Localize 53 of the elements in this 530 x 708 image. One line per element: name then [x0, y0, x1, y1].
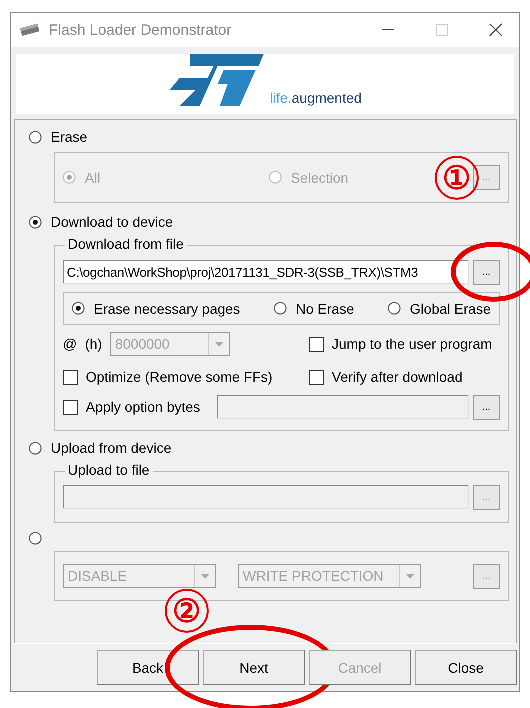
radio-button[interactable]	[29, 130, 42, 144]
checkbox[interactable]	[63, 370, 78, 384]
browse-button[interactable]: ...	[473, 564, 500, 588]
option-bytes-field[interactable]	[217, 395, 469, 419]
file-path-field[interactable]	[63, 485, 469, 509]
file-path-field[interactable]: C:\ogchan\WorkShop\proj\20171131_SDR-3(SSB_TRX)\STM3	[63, 260, 469, 284]
address-prefix: @	[63, 336, 78, 352]
logo-tagline: life.	[270, 90, 292, 106]
choice-label: Selection	[291, 170, 349, 186]
option-label: Download to device	[51, 214, 174, 230]
checkbox[interactable]	[309, 336, 324, 352]
dialog-button[interactable]: Close	[415, 650, 517, 685]
caret-icon	[406, 574, 414, 578]
browse-button[interactable]: ...	[473, 260, 500, 284]
annotation-number: ②	[165, 589, 209, 633]
radio-button[interactable]	[274, 302, 287, 315]
checkbox-label: Apply option bytes	[86, 399, 200, 415]
radio-button[interactable]	[29, 532, 42, 544]
radio-button[interactable]	[72, 302, 85, 315]
checkbox[interactable]	[63, 400, 78, 414]
group-title: Upload to file	[65, 462, 153, 478]
browse-button[interactable]: ...	[473, 484, 500, 510]
chip-icon	[19, 23, 41, 37]
checkbox-label: Verify after download	[332, 369, 463, 385]
address-unit: (h)	[85, 336, 102, 352]
option-label: Upload from device	[51, 440, 172, 456]
caret-icon	[214, 342, 224, 346]
mode-dropdown[interactable]: DISABLE	[63, 564, 216, 588]
choice-label: No Erase	[296, 300, 354, 316]
checkbox[interactable]	[309, 370, 324, 384]
radio-button[interactable]	[388, 302, 402, 315]
radio-button[interactable]	[29, 216, 42, 228]
browse-button[interactable]: ...	[473, 394, 500, 420]
option-label: Erase	[51, 129, 88, 145]
protection-dropdown[interactable]: WRITE PROTECTION	[238, 564, 421, 588]
choice-label: Erase necessary pages	[94, 300, 240, 316]
checkbox-label: Jump to the user program	[332, 336, 492, 352]
window-title: Flash Loader Demonstrator	[49, 22, 233, 38]
radio-button[interactable]	[29, 442, 42, 454]
caret-icon	[200, 574, 210, 578]
checkbox-label: Optimize (Remove some FFs)	[86, 369, 273, 385]
dialog-button[interactable]: Back	[97, 650, 199, 685]
dialog-button[interactable]: Next	[203, 650, 305, 685]
annotation-number: ①	[435, 156, 479, 200]
address-dropdown[interactable]: 8000000	[110, 332, 230, 356]
logo-icon	[168, 54, 266, 106]
choice-label: Global Erase	[410, 300, 491, 316]
group-title: Download from file	[65, 236, 187, 252]
logo-tagline: augmented	[292, 90, 362, 106]
choice-label: All	[85, 170, 101, 186]
browse-button[interactable]: ...	[473, 165, 500, 190]
radio-button[interactable]	[63, 171, 76, 184]
radio-button[interactable]	[269, 171, 282, 184]
